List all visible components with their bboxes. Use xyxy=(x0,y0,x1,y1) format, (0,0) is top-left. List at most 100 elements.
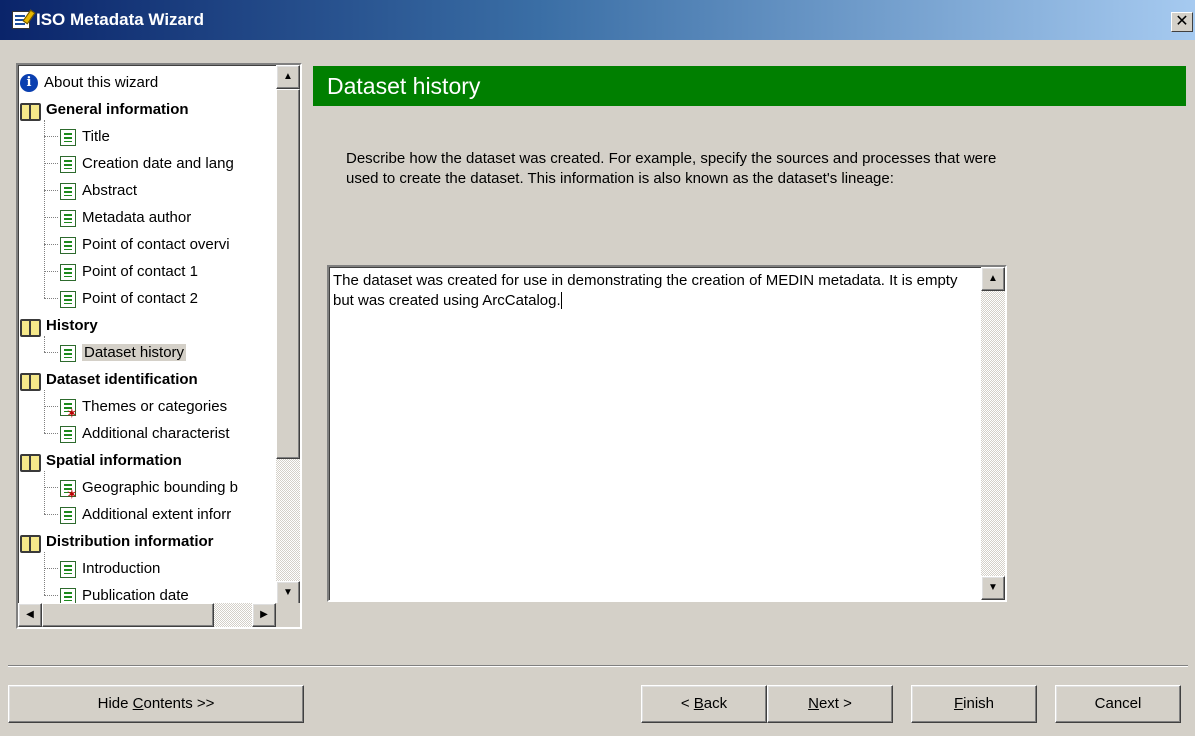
tree-item[interactable]: Dataset history xyxy=(60,339,187,366)
tree-item[interactable]: Additional characterist xyxy=(60,420,230,447)
tree-connector xyxy=(44,514,58,515)
text-scroll-down-button[interactable]: ▼ xyxy=(981,576,1005,600)
tree-vertical-scrollbar[interactable]: ▲ ▼ xyxy=(276,65,300,605)
scroll-left-button[interactable]: ◀ xyxy=(18,603,42,627)
tree-item[interactable]: Dataset identification xyxy=(20,366,198,393)
text-scroll-up-button[interactable]: ▲ xyxy=(981,267,1005,291)
tree-item[interactable]: Point of contact 2 xyxy=(60,285,198,312)
tree-item-label: Geographic bounding b xyxy=(82,479,238,496)
back-button[interactable]: < Back xyxy=(641,685,767,723)
tree-connector xyxy=(44,298,58,299)
window-title: ISO Metadata Wizard xyxy=(36,10,204,29)
page-icon xyxy=(60,128,76,146)
text-caret xyxy=(560,292,562,309)
tree-connector xyxy=(44,217,58,218)
book-icon xyxy=(20,101,41,122)
tree-item[interactable]: Additional extent inforr xyxy=(60,501,231,528)
tree-connector xyxy=(44,244,58,245)
tree-connector xyxy=(44,568,58,569)
tree-connector xyxy=(44,120,45,298)
contents-tree: i About this wizard General information Tit… xyxy=(16,63,302,629)
book-icon xyxy=(20,371,41,392)
book-icon xyxy=(20,452,41,473)
scroll-thumb[interactable] xyxy=(276,89,300,459)
close-button[interactable]: ✕ xyxy=(1171,12,1193,32)
tree-item-label: Publication date xyxy=(82,587,189,604)
tree-connector xyxy=(44,471,45,514)
finish-button[interactable]: Finish xyxy=(911,685,1037,723)
tree-item-label: History xyxy=(46,317,98,334)
tree-item-label: Dataset identification xyxy=(46,371,198,388)
tree-item-label: Additional characterist xyxy=(82,425,230,442)
page-icon xyxy=(60,506,76,524)
tree-item[interactable]: Title xyxy=(60,123,110,150)
tree-item-label: Point of contact 2 xyxy=(82,290,198,307)
page-icon xyxy=(60,236,76,254)
page-icon xyxy=(60,209,76,227)
footer-separator xyxy=(8,665,1188,667)
tree-item[interactable]: Abstract xyxy=(60,177,137,204)
tree-item-label: Abstract xyxy=(82,182,138,199)
info-icon: i xyxy=(20,74,38,93)
tree-item[interactable]: Publication date xyxy=(60,582,189,605)
tree-connector xyxy=(44,271,58,272)
tree-item[interactable]: Point of contact 1 xyxy=(60,258,198,285)
book-icon xyxy=(20,317,41,338)
book-icon xyxy=(20,533,41,554)
tree-item-label: Distribution informatior xyxy=(46,533,214,550)
tree-item-label: Additional extent inforr xyxy=(82,506,232,523)
tree-item[interactable]: History xyxy=(20,312,98,339)
hide-contents-button[interactable]: Hide Contents >> xyxy=(8,685,304,723)
tree-connector xyxy=(44,406,58,407)
tree-item[interactable]: Spatial information xyxy=(20,447,182,474)
tree-item[interactable]: Metadata author xyxy=(60,204,191,231)
cancel-button[interactable]: Cancel xyxy=(1055,685,1181,723)
tree-connector xyxy=(44,136,58,137)
page-icon xyxy=(60,425,76,443)
page-icon xyxy=(60,344,76,362)
tree-connector xyxy=(44,390,45,433)
tree-connector xyxy=(44,595,58,596)
page-title: Dataset history xyxy=(313,66,1186,106)
tree-item[interactable]: Point of contact overvi xyxy=(60,231,230,258)
required-page-icon xyxy=(60,479,78,501)
tree-item-label: Title xyxy=(82,128,110,145)
tree-item-label: General information xyxy=(46,101,189,118)
page-icon xyxy=(60,560,76,578)
h-scroll-thumb[interactable] xyxy=(42,603,214,627)
tree-item-label: Dataset history xyxy=(82,344,187,361)
tree-connector xyxy=(44,487,58,488)
textarea-vertical-scrollbar[interactable]: ▲ ▼ xyxy=(981,267,1005,600)
scroll-corner xyxy=(276,603,300,627)
dataset-history-textarea[interactable]: The dataset was created for use in demon… xyxy=(327,265,1007,602)
tree-item[interactable]: General information xyxy=(20,96,189,123)
tree-item[interactable]: Introduction xyxy=(60,555,160,582)
tree-item[interactable]: Distribution informatior xyxy=(20,528,214,555)
tree-connector xyxy=(44,352,58,353)
required-page-icon xyxy=(60,398,78,420)
page-icon xyxy=(60,182,76,200)
next-button[interactable]: Next > xyxy=(767,685,893,723)
tree-item-label: Themes or categories xyxy=(82,398,228,415)
page-icon xyxy=(60,155,76,173)
page-icon xyxy=(60,587,76,605)
tree-item-label: Creation date and lang xyxy=(82,155,234,172)
page-description: Describe how the dataset was created. Fo… xyxy=(346,150,997,187)
scroll-down-button[interactable]: ▼ xyxy=(276,581,300,605)
tree-item-label: Introduction xyxy=(82,560,161,577)
tree-item[interactable]: Creation date and lang xyxy=(60,150,234,177)
tree-item-label: Metadata author xyxy=(82,209,192,226)
tree-item-label: Point of contact 1 xyxy=(82,263,198,280)
tree-item-label: Point of contact overvi xyxy=(82,236,230,253)
tree-connector xyxy=(44,336,45,352)
tree-item[interactable]: Themes or categories xyxy=(60,393,227,420)
tree-item-label: Spatial information xyxy=(46,452,182,469)
scroll-up-button[interactable]: ▲ xyxy=(276,65,300,89)
tree-horizontal-scrollbar[interactable]: ◀ ▶ xyxy=(18,603,300,627)
scroll-right-button[interactable]: ▶ xyxy=(252,603,276,627)
page-icon xyxy=(60,263,76,281)
tree-item-label: About this wizard xyxy=(44,74,159,91)
tree-item[interactable]: Geographic bounding b xyxy=(60,474,238,501)
tree-item[interactable]: i About this wizard xyxy=(20,69,158,96)
tree-connector xyxy=(44,552,45,595)
